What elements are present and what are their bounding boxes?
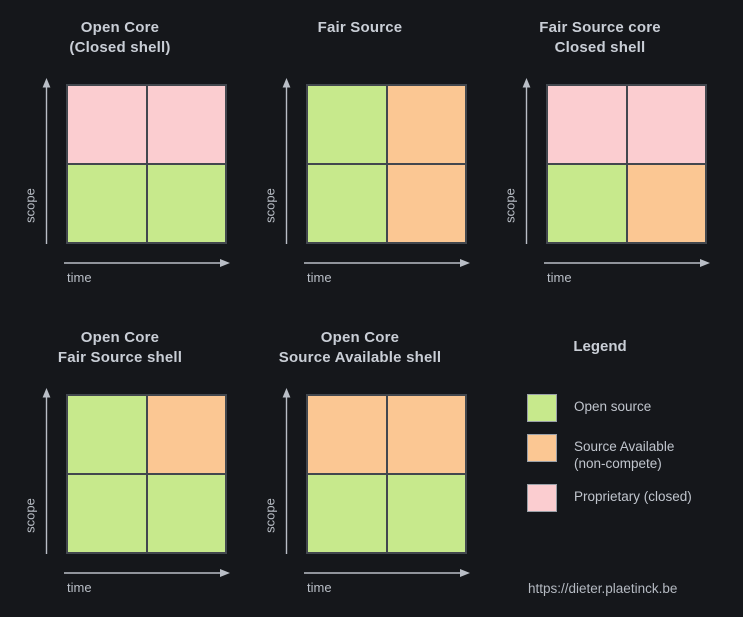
x-axis-label: time xyxy=(67,580,92,595)
x-axis-label: time xyxy=(547,270,572,285)
quadrant-cell xyxy=(147,396,225,473)
legend-swatch-open-source xyxy=(527,394,557,422)
y-axis-arrow-icon xyxy=(42,78,51,244)
legend-panel: Legend Open source Source Available (non… xyxy=(480,310,720,610)
plot-area: scope time xyxy=(0,310,240,610)
legend-title: Legend xyxy=(573,338,627,355)
y-axis-label: scope xyxy=(22,498,38,533)
quadrant-cell xyxy=(68,396,146,473)
quadrant-cell xyxy=(387,86,465,163)
quadrant-cell xyxy=(627,165,705,242)
quadrant-cell xyxy=(68,165,146,242)
legend-label: Open source xyxy=(574,399,652,414)
x-axis-arrow-icon xyxy=(304,259,470,267)
quadrant-cell xyxy=(147,165,225,242)
quadrant-grid xyxy=(66,84,227,244)
x-axis-label: time xyxy=(67,270,92,285)
quadrant-cell xyxy=(68,475,146,552)
legend-swatch-source-available xyxy=(527,434,557,462)
source-url[interactable]: https://dieter.plaetinck.be xyxy=(528,581,677,596)
y-axis-arrow-icon xyxy=(282,78,291,244)
quadrant-cell xyxy=(548,165,626,242)
legend-item-proprietary: Proprietary (closed) xyxy=(527,484,717,512)
legend-label: Source Available (non-compete) xyxy=(574,439,675,471)
quadrant-cell xyxy=(308,396,386,473)
x-axis-label: time xyxy=(307,270,332,285)
quadrant-cell xyxy=(147,86,225,163)
quadrant-cell xyxy=(147,475,225,552)
quadrant-cell xyxy=(548,86,626,163)
quadrant-grid xyxy=(66,394,227,554)
y-axis-label: scope xyxy=(262,188,278,223)
quadrant-cell xyxy=(308,475,386,552)
quadrant-cell xyxy=(68,86,146,163)
quadrant-cell xyxy=(627,86,705,163)
legend-items: Open source Source Available (non-compet… xyxy=(527,394,717,524)
quadrant-cell xyxy=(308,86,386,163)
y-axis-arrow-icon xyxy=(42,388,51,554)
y-axis-label: scope xyxy=(502,188,518,223)
plot-area: scope time xyxy=(240,310,480,610)
panel-fair-source: Fair Source scope time xyxy=(240,0,480,300)
quadrant-cell xyxy=(308,165,386,242)
x-axis-label: time xyxy=(307,580,332,595)
quadrant-cell xyxy=(387,475,465,552)
diagram-canvas: Open Core (Closed shell) scope time Fair… xyxy=(0,0,743,617)
plot-area: scope time xyxy=(0,0,240,300)
quadrant-grid xyxy=(306,394,467,554)
y-axis-arrow-icon xyxy=(282,388,291,554)
panel-open-core-source-available-shell: Open Core Source Available shell scope t… xyxy=(240,310,480,610)
x-axis-arrow-icon xyxy=(64,259,230,267)
legend-item-open-source: Open source xyxy=(527,394,717,422)
y-axis-arrow-icon xyxy=(522,78,531,244)
legend-swatch-proprietary xyxy=(527,484,557,512)
panel-open-core-fair-source-shell: Open Core Fair Source shell scope time xyxy=(0,310,240,610)
panel-fair-source-core-closed-shell: Fair Source core Closed shell scope time xyxy=(480,0,720,300)
x-axis-arrow-icon xyxy=(544,259,710,267)
quadrant-cell xyxy=(387,396,465,473)
quadrant-cell xyxy=(387,165,465,242)
x-axis-arrow-icon xyxy=(304,569,470,577)
legend-label: Proprietary (closed) xyxy=(574,489,692,504)
legend-item-source-available: Source Available (non-compete) xyxy=(527,434,717,472)
plot-area: scope time xyxy=(480,0,720,300)
quadrant-grid xyxy=(306,84,467,244)
x-axis-arrow-icon xyxy=(64,569,230,577)
plot-area: scope time xyxy=(240,0,480,300)
y-axis-label: scope xyxy=(262,498,278,533)
y-axis-label: scope xyxy=(22,188,38,223)
quadrant-grid xyxy=(546,84,707,244)
panel-open-core-closed-shell: Open Core (Closed shell) scope time xyxy=(0,0,240,300)
